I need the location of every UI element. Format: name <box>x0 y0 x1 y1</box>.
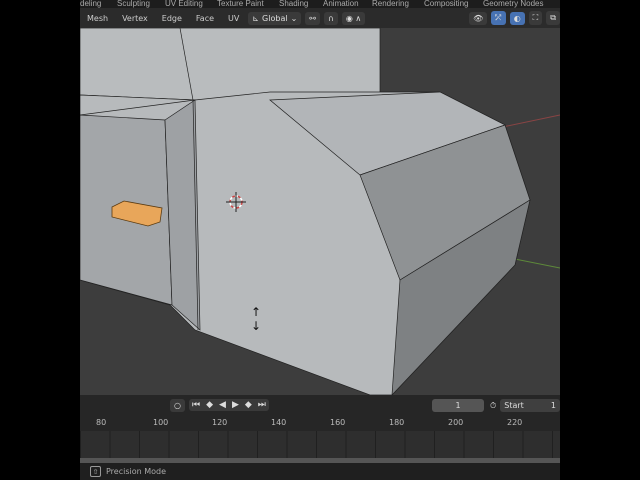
timeline-header: ○ ⏮ ◆ ◀ ▶ ◆ ⏭ 1 ⏱ Start 1 <box>80 395 560 415</box>
play-reverse-icon[interactable]: ◀ <box>216 399 229 411</box>
move-arrow-up-icon: ↑ <box>251 305 261 319</box>
workspace-tab[interactable]: Shading <box>279 0 308 8</box>
blender-window: deling Sculpting UV Editing Texture Pain… <box>80 0 560 480</box>
workspace-tab[interactable]: Rendering <box>372 0 409 8</box>
ruler-tick: 140 <box>271 418 287 427</box>
ruler-tick: 160 <box>330 418 346 427</box>
status-bar: ⇧ Precision Mode <box>80 463 560 480</box>
next-keyframe-icon[interactable]: ◆ <box>242 399 255 411</box>
menu-vertex[interactable]: Vertex <box>117 14 153 23</box>
orientation-icon: ⊾ <box>252 13 260 23</box>
start-value: 1 <box>550 401 556 410</box>
mesh-select-dropdown[interactable]: ⛶ <box>528 11 543 25</box>
timeline-ruler[interactable]: 80 100 120 140 160 180 200 220 <box>80 415 560 431</box>
menu-mesh[interactable]: Mesh <box>82 14 113 23</box>
xray-icon: ⧉ <box>550 13 556 22</box>
workspace-tab[interactable]: Texture Paint <box>217 0 264 8</box>
viewport-header: Mesh Vertex Edge Face UV ⊾ Global ⌄ ⚯ ∩ ◉ … <box>80 8 560 28</box>
workspace-tabs: deling Sculpting UV Editing Texture Pain… <box>80 0 560 8</box>
start-frame-group: ⏱ Start 1 <box>490 399 560 412</box>
menu-edge[interactable]: Edge <box>157 14 187 23</box>
move-arrow-down-icon: ↓ <box>251 319 261 333</box>
mesh-geometry: ↑ ↓ <box>80 27 560 396</box>
menu-uv[interactable]: UV <box>223 14 244 23</box>
keying-dropdown[interactable]: ○ <box>170 398 185 412</box>
start-label: Start <box>504 401 524 410</box>
record-icon: ○ <box>174 400 181 410</box>
pivot-dropdown[interactable]: ⚯ <box>305 11 320 25</box>
visibility-dropdown[interactable]: 👁 <box>469 11 488 25</box>
overlay-toggle[interactable]: ◐ <box>509 11 525 25</box>
transform-orientation-dropdown[interactable]: ⊾ Global ⌄ <box>248 11 302 25</box>
select-icon: ⛶ <box>532 13 539 22</box>
proportional-icon: ◉ ∧ <box>345 13 362 23</box>
ruler-tick: 220 <box>507 418 523 427</box>
current-frame-field[interactable]: 1 <box>432 399 484 412</box>
workspace-tab[interactable]: Compositing <box>424 0 468 8</box>
prev-keyframe-icon[interactable]: ◆ <box>203 399 216 411</box>
ruler-tick: 120 <box>212 418 228 427</box>
status-hint: Precision Mode <box>106 467 167 476</box>
ruler-tick: 200 <box>448 418 464 427</box>
gizmo-toggle[interactable]: ⤱ <box>491 11 506 25</box>
orientation-label: Global <box>262 13 288 23</box>
timeline-track[interactable] <box>80 431 560 458</box>
3d-viewport[interactable]: ↑ ↓ <box>80 27 560 396</box>
workspace-tab[interactable]: Geometry Nodes <box>483 0 543 8</box>
ruler-tick: 80 <box>96 418 107 427</box>
magnet-icon: ∩ <box>327 13 334 23</box>
ruler-tick: 100 <box>153 418 169 427</box>
overlay-icon: ◐ <box>513 13 521 23</box>
workspace-tab[interactable]: UV Editing <box>165 0 203 8</box>
xray-toggle[interactable]: ⧉ <box>546 11 560 25</box>
shift-key-icon: ⇧ <box>90 466 101 477</box>
workspace-tab[interactable]: deling <box>80 0 101 8</box>
pivot-icon: ⚯ <box>309 13 316 23</box>
snap-toggle[interactable]: ∩ <box>323 11 338 25</box>
ruler-tick: 180 <box>389 418 405 427</box>
workspace-tab[interactable]: Animation <box>323 0 359 8</box>
chevron-down-icon: ⌄ <box>290 13 298 23</box>
menu-face[interactable]: Face <box>191 14 219 23</box>
workspace-tab[interactable]: Sculpting <box>117 0 150 8</box>
start-frame-field[interactable]: Start 1 <box>500 399 560 412</box>
proportional-edit-toggle[interactable]: ◉ ∧ <box>341 11 366 25</box>
upper-block <box>80 27 381 101</box>
jump-start-icon[interactable]: ⏮ <box>189 399 203 411</box>
play-icon[interactable]: ▶ <box>229 399 242 411</box>
playback-controls: ⏮ ◆ ◀ ▶ ◆ ⏭ <box>188 399 269 411</box>
eye-icon: 👁 <box>473 13 484 23</box>
gizmo-icon: ⤱ <box>495 13 502 22</box>
jump-end-icon[interactable]: ⏭ <box>255 399 269 411</box>
stopwatch-icon[interactable]: ⏱ <box>490 401 496 411</box>
